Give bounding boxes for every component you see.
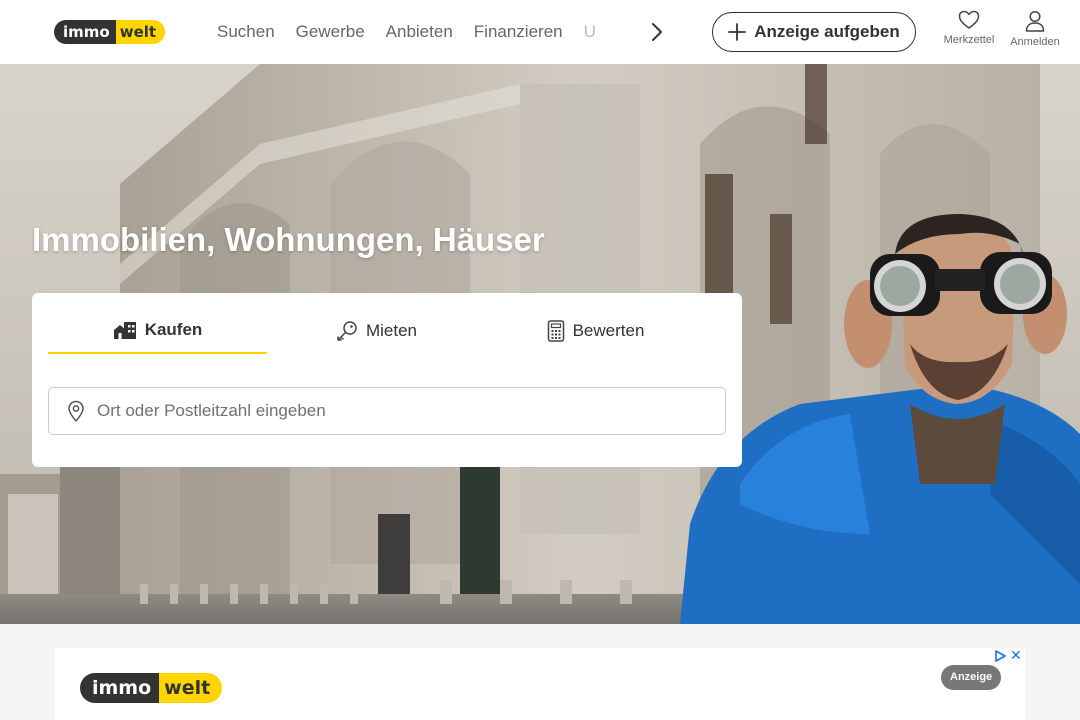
nav-item-gewerbe[interactable]: Gewerbe [296, 22, 365, 42]
immowelt-logo[interactable]: immo welt [54, 20, 166, 44]
post-ad-label: Anzeige aufgeben [754, 22, 900, 41]
logo-text-left: immo [54, 20, 116, 44]
tab-mieten-label: Mieten [365, 320, 418, 340]
nav-item-truncated[interactable]: U [584, 22, 596, 42]
logo-text-right: welt [115, 20, 166, 44]
ad-badge[interactable]: Anzeige [941, 665, 1002, 690]
ad-logo-text-right: welt [159, 673, 223, 703]
watchlist-label: Merkzettel [943, 34, 995, 46]
ad-close-icon[interactable]: ✕ [1010, 649, 1022, 663]
advertisement-banner[interactable]: immo welt ✕ Anzeige [55, 648, 1025, 720]
tab-bewerten[interactable]: Bewerten [486, 307, 705, 354]
ad-logo-text-left: immo [80, 673, 160, 703]
user-icon [1025, 10, 1045, 32]
search-card: Kaufen Mieten Bewerten [32, 293, 742, 467]
chevron-right-icon [652, 23, 662, 41]
login-label: Anmelden [1010, 36, 1060, 48]
ad-immowelt-logo[interactable]: immo welt [80, 673, 223, 703]
post-ad-button[interactable]: Anzeige aufgeben [712, 12, 916, 52]
plus-icon [728, 23, 747, 41]
key-icon [337, 320, 357, 341]
site-header: immo welt Suchen Gewerbe Anbieten Finanz… [0, 0, 1080, 64]
location-search-field[interactable] [48, 387, 726, 435]
nav-item-anbieten[interactable]: Anbieten [386, 22, 453, 42]
hero-title: Immobilien, Wohnungen, Häuser [32, 221, 545, 258]
house-icon [113, 321, 136, 339]
ad-choices-icon[interactable] [994, 650, 1006, 662]
nav-scroll-next-button[interactable] [644, 18, 670, 46]
nav-item-suchen[interactable]: Suchen [217, 22, 275, 42]
login-link[interactable]: Anmelden [1002, 10, 1068, 48]
hero-banner: Immobilien, Wohnungen, Häuser Kaufen Mie… [0, 64, 1080, 624]
tab-kaufen[interactable]: Kaufen [48, 307, 267, 354]
tab-mieten[interactable]: Mieten [267, 307, 486, 354]
location-pin-icon [68, 400, 84, 422]
location-search-input[interactable] [97, 401, 677, 421]
tab-bewerten-label: Bewerten [572, 320, 645, 340]
main-nav: Suchen Gewerbe Anbieten Finanzieren U [217, 0, 597, 64]
heart-icon [958, 10, 980, 29]
tab-kaufen-label: Kaufen [144, 319, 203, 339]
watchlist-link[interactable]: Merkzettel [936, 10, 1002, 46]
calculator-icon [547, 319, 564, 342]
nav-item-finanzieren[interactable]: Finanzieren [474, 22, 563, 42]
